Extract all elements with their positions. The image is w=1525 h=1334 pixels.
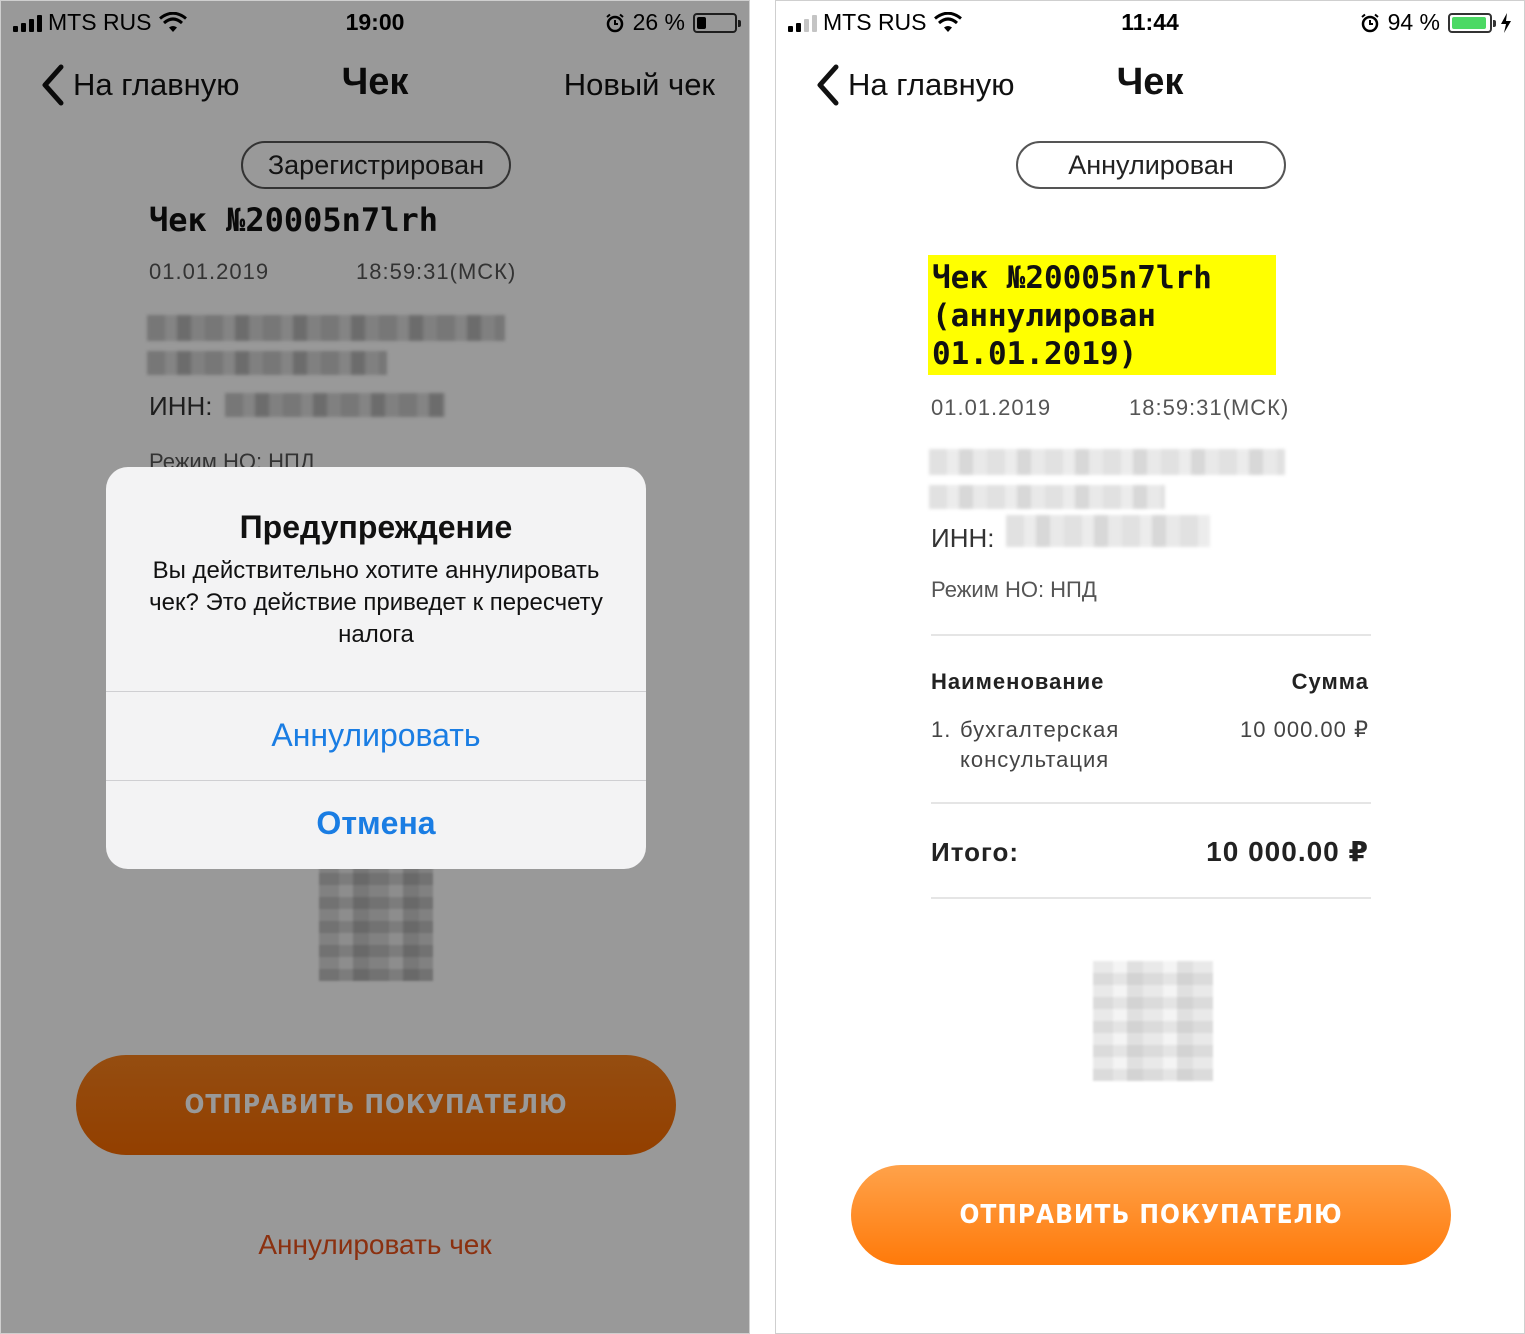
page-title: Чек bbox=[1116, 61, 1184, 103]
alert-divider bbox=[106, 780, 646, 781]
qr-code bbox=[1093, 961, 1213, 1081]
receipt-title: Чек №20005n7lrh (аннулирован 01.01.2019) bbox=[928, 255, 1276, 375]
total-label: Итого: bbox=[931, 837, 1019, 867]
status-badge: Аннулирован bbox=[1016, 141, 1286, 189]
item-name-line: консультация bbox=[960, 747, 1110, 772]
receipt-time: 18:59:31(МСК) bbox=[1129, 395, 1290, 420]
item-number: 1. bbox=[931, 717, 952, 742]
charging-bolt-icon bbox=[1501, 12, 1511, 33]
blurred-inn bbox=[1006, 515, 1210, 547]
warning-alert: Предупреждение Вы действительно хотите а… bbox=[106, 467, 646, 869]
total-value: 10 000.00 ₽ bbox=[1206, 836, 1369, 867]
alarm-icon bbox=[1360, 13, 1379, 32]
divider bbox=[931, 802, 1371, 804]
divider bbox=[931, 634, 1371, 636]
right-screen: MTS RUS 11:44 94 % На главную Чек Аннули… bbox=[775, 0, 1525, 1334]
send-to-buyer-button[interactable]: ОТПРАВИТЬ ПОКУПАТЕЛЮ bbox=[851, 1165, 1451, 1265]
blurred-seller-name bbox=[929, 449, 1285, 475]
receipt-title-line: 01.01.2019) bbox=[932, 336, 1138, 372]
alert-message: Вы действительно хотите аннулировать чек… bbox=[149, 557, 603, 648]
item-sum: 10 000.00 ₽ bbox=[1240, 717, 1369, 742]
col-header-sum: Сумма bbox=[1291, 669, 1369, 694]
receipt-date: 01.01.2019 bbox=[931, 395, 1052, 420]
tax-mode: Режим НО: НПД bbox=[931, 577, 1097, 602]
receipt-title-line: (аннулирован bbox=[932, 298, 1156, 334]
inn-label: ИНН: bbox=[931, 523, 995, 553]
battery-icon bbox=[1448, 12, 1496, 33]
receipt-title-line: Чек №20005n7lrh bbox=[932, 260, 1212, 296]
divider bbox=[931, 897, 1371, 899]
blurred-seller-name-2 bbox=[929, 485, 1165, 509]
status-bar: MTS RUS 11:44 94 % bbox=[776, 1, 1524, 43]
alert-divider bbox=[106, 691, 646, 692]
left-screen: MTS RUS 19:00 26 % На главную Чек Новый … bbox=[0, 0, 750, 1334]
alert-confirm-button[interactable]: Аннулировать bbox=[106, 717, 646, 754]
battery-percent: 94 % bbox=[1387, 9, 1440, 35]
alert-title: Предупреждение bbox=[239, 509, 513, 545]
alert-cancel-button[interactable]: Отмена bbox=[106, 805, 646, 842]
item-name-line: бухгалтерская bbox=[960, 717, 1120, 742]
col-header-name: Наименование bbox=[931, 669, 1105, 694]
